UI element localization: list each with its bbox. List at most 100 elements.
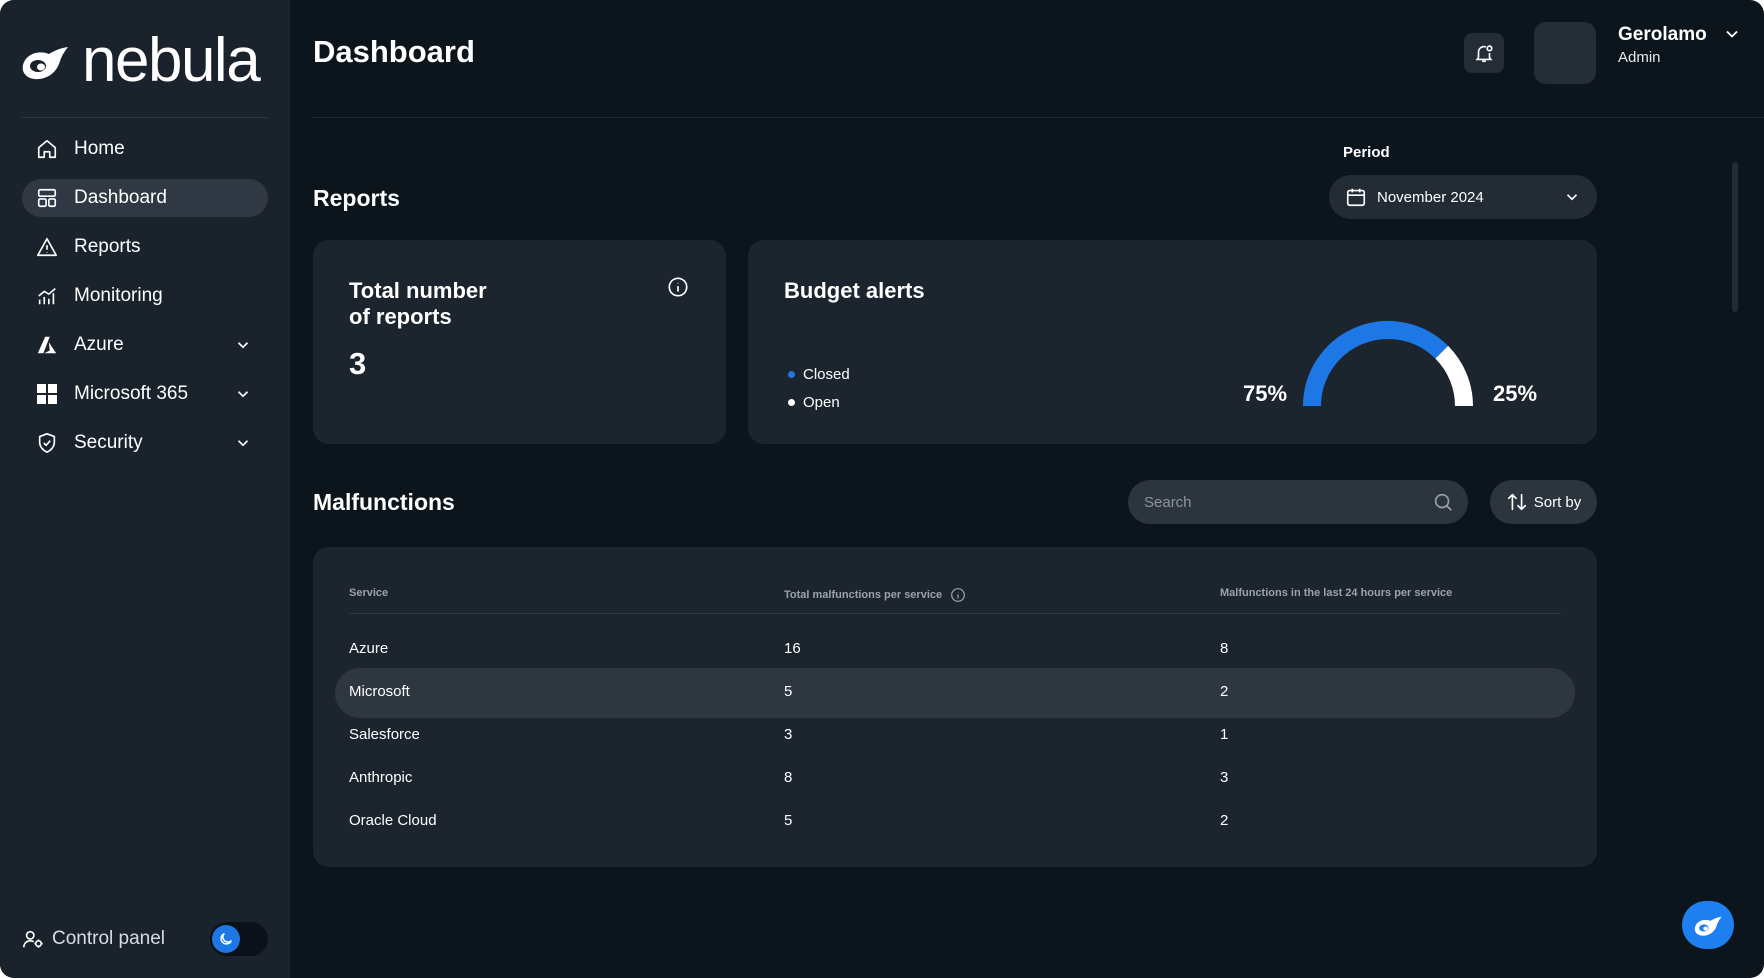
column-header-label: Service: [349, 587, 389, 599]
chevron-down-icon[interactable]: [234, 336, 252, 354]
control-panel-label: Control panel: [52, 928, 166, 949]
user-role: Admin: [1618, 49, 1661, 66]
budget-alerts-title: Budget alerts: [784, 278, 925, 303]
legend-dot: [788, 398, 795, 406]
shield-icon: [36, 432, 58, 454]
cell-total: 5: [784, 812, 793, 829]
nebula-logo-icon: [1694, 916, 1722, 936]
reports-section-title: Reports: [313, 185, 400, 211]
user-menu-chevron-down-icon[interactable]: [1722, 24, 1742, 44]
sidebar-item-dashboard[interactable]: Dashboard: [22, 179, 268, 217]
warning-icon: [36, 236, 58, 258]
sort-icon: [1507, 493, 1526, 511]
search-icon: [1434, 493, 1452, 511]
notifications-button[interactable]: [1464, 33, 1504, 73]
gauge-closed-arc: [1303, 321, 1449, 407]
cell-last24: 2: [1220, 812, 1229, 829]
avatar[interactable]: [1534, 22, 1596, 84]
sort-label: Sort by: [1533, 493, 1582, 511]
brand-name: nebula: [82, 26, 261, 95]
cell-service: Azure: [349, 640, 389, 657]
moon-icon: [212, 925, 240, 953]
column-header-service[interactable]: Service: [349, 587, 388, 599]
total-reports-card: Total number of reports 3: [313, 240, 726, 444]
page-title: Dashboard: [313, 34, 475, 69]
calendar-icon: [1346, 188, 1366, 207]
chevron-down-icon[interactable]: [234, 385, 252, 403]
home-icon: [36, 138, 58, 160]
info-icon[interactable]: [950, 587, 966, 603]
azure-icon: [36, 334, 58, 356]
column-header-label: Malfunctions in the last 24 hours per se…: [1220, 587, 1453, 599]
total-reports-value: 3: [349, 346, 367, 381]
sidebar-item-security[interactable]: Security: [22, 424, 268, 462]
malfunctions-section-title: Malfunctions: [313, 489, 455, 515]
cell-service: Oracle Cloud: [349, 812, 437, 829]
period-label: Period: [1343, 144, 1390, 161]
malfunctions-table: Service Total malfunctions per service M…: [313, 547, 1597, 867]
legend-label: Open: [803, 393, 840, 411]
budget-legend: Closed Open: [788, 360, 850, 416]
sidebar: nebula Home Dashboard Reports Monitoring…: [0, 0, 290, 978]
legend-item-closed: Closed: [788, 360, 850, 388]
sidebar-item-label: Microsoft 365: [74, 383, 189, 404]
cell-total: 5: [784, 683, 793, 700]
sidebar-item-label: Azure: [74, 334, 124, 355]
cell-last24: 3: [1220, 769, 1229, 786]
total-reports-title: Total number of reports: [349, 278, 487, 330]
cell-service: Microsoft: [349, 683, 410, 700]
sidebar-item-microsoft-365[interactable]: Microsoft 365: [22, 375, 268, 413]
sidebar-item-label: Monitoring: [74, 285, 163, 306]
legend-dot: [788, 370, 795, 378]
theme-toggle[interactable]: [210, 922, 268, 956]
cell-total: 3: [784, 726, 793, 743]
sidebar-item-home[interactable]: Home: [22, 130, 268, 168]
open-percentage: 25%: [1493, 381, 1538, 406]
cell-last24: 2: [1220, 683, 1229, 700]
sidebar-item-label: Dashboard: [74, 187, 167, 208]
search-input[interactable]: Search: [1128, 480, 1468, 524]
control-panel[interactable]: Control panel: [22, 921, 268, 957]
sidebar-divider: [22, 117, 268, 118]
cell-service: Anthropic: [349, 769, 413, 786]
sidebar-nav: Home Dashboard Reports Monitoring Azure …: [22, 130, 268, 473]
period-select[interactable]: November 2024: [1329, 175, 1597, 219]
total-reports-title-line1: Total number: [349, 278, 487, 303]
sort-button[interactable]: Sort by: [1490, 480, 1597, 524]
cell-total: 16: [784, 640, 801, 657]
user-name: Gerolamo: [1618, 24, 1707, 45]
header-divider: [313, 117, 1764, 118]
windows-icon: [36, 383, 58, 405]
chart-icon: [36, 285, 58, 307]
app-window: nebula Home Dashboard Reports Monitoring…: [0, 0, 1764, 978]
sidebar-item-label: Home: [74, 138, 125, 159]
gauge-open-arc: [1435, 345, 1473, 407]
cell-last24: 1: [1220, 726, 1229, 743]
total-reports-title-line2: of reports: [349, 304, 452, 329]
cell-service: Salesforce: [349, 726, 420, 743]
nebula-logo-icon: [22, 47, 68, 80]
closed-percentage: 75%: [1243, 381, 1288, 406]
logo[interactable]: nebula: [20, 26, 261, 95]
dashboard-icon: [36, 187, 58, 209]
search-placeholder: Search: [1144, 493, 1192, 511]
cell-last24: 8: [1220, 640, 1229, 657]
scrollbar[interactable]: [1732, 162, 1738, 312]
sidebar-item-azure[interactable]: Azure: [22, 326, 268, 364]
chevron-down-icon: [1566, 194, 1578, 201]
period-value: November 2024: [1377, 188, 1484, 206]
sidebar-item-label: Reports: [74, 236, 141, 257]
sidebar-item-monitoring[interactable]: Monitoring: [22, 277, 268, 315]
bell-icon: [1475, 45, 1493, 63]
assistant-button[interactable]: [1682, 901, 1734, 949]
sidebar-item-reports[interactable]: Reports: [22, 228, 268, 266]
table-row[interactable]: Oracle Cloud 5 2: [335, 797, 1575, 847]
legend-label: Closed: [803, 365, 850, 383]
column-header-last24[interactable]: Malfunctions in the last 24 hours per se…: [1220, 587, 1452, 599]
column-header-label: Total malfunctions per service: [784, 589, 943, 601]
column-header-total[interactable]: Total malfunctions per service: [784, 587, 966, 603]
info-icon[interactable]: [667, 276, 689, 298]
chevron-down-icon[interactable]: [234, 434, 252, 452]
budget-gauge: [1303, 321, 1473, 407]
sidebar-item-label: Security: [74, 432, 143, 453]
